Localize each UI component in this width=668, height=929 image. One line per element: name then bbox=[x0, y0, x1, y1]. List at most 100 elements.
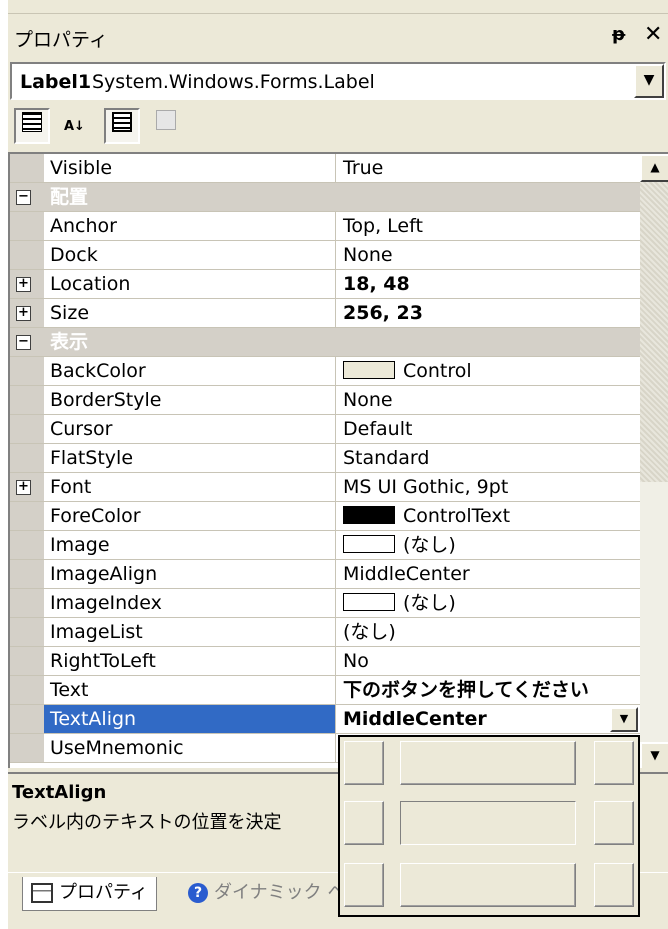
property-row[interactable]: FlatStyle Standard bbox=[10, 444, 640, 473]
pin-icon[interactable]: ᵽ bbox=[612, 24, 625, 45]
collapse-icon[interactable]: − bbox=[16, 190, 31, 205]
property-value[interactable]: 256, 23 bbox=[337, 299, 640, 327]
property-name: ImageList bbox=[44, 618, 336, 646]
property-name: ImageAlign bbox=[44, 560, 336, 588]
align-top-right-button[interactable] bbox=[594, 741, 634, 785]
scroll-down-button[interactable]: ▼ bbox=[640, 742, 668, 768]
expand-icon[interactable]: + bbox=[16, 277, 31, 292]
property-value[interactable]: (なし) bbox=[337, 531, 640, 559]
color-swatch bbox=[343, 593, 395, 611]
property-row[interactable]: RightToLeft No bbox=[10, 647, 640, 676]
object-selector[interactable]: Label1 System.Windows.Forms.Label ▼ bbox=[10, 62, 666, 100]
property-value-text: 256, 23 bbox=[343, 302, 423, 324]
align-bottom-center-button[interactable] bbox=[400, 863, 576, 907]
property-name: RightToLeft bbox=[44, 647, 336, 675]
property-name: Image bbox=[44, 531, 336, 559]
value-dropdown-button[interactable]: ▼ bbox=[610, 707, 638, 732]
property-value[interactable]: (なし) bbox=[337, 589, 640, 617]
property-row[interactable]: + Font MS UI Gothic, 9pt bbox=[10, 473, 640, 502]
property-value-text: True bbox=[343, 157, 384, 179]
property-row[interactable]: BackColor Control bbox=[10, 357, 640, 386]
align-middle-right-button[interactable] bbox=[594, 801, 634, 845]
row-gutter bbox=[10, 531, 44, 559]
close-icon[interactable]: ✕ bbox=[644, 22, 662, 47]
align-middle-left-button[interactable] bbox=[344, 801, 384, 845]
property-value[interactable]: ControlText bbox=[337, 502, 640, 530]
property-row[interactable]: BorderStyle None bbox=[10, 386, 640, 415]
property-pages-icon bbox=[156, 110, 176, 130]
property-value-text: 下のボタンを押してください bbox=[343, 679, 589, 701]
property-value[interactable]: No bbox=[337, 647, 640, 675]
text-align-editor bbox=[338, 735, 640, 917]
property-value-text: Standard bbox=[343, 447, 430, 469]
property-value[interactable]: None bbox=[337, 386, 640, 414]
property-pages-button[interactable] bbox=[148, 108, 184, 144]
property-value[interactable]: Standard bbox=[337, 444, 640, 472]
properties-button[interactable] bbox=[104, 108, 140, 144]
property-name: Anchor bbox=[44, 212, 336, 240]
property-name: Cursor bbox=[44, 415, 336, 443]
property-row[interactable]: Cursor Default bbox=[10, 415, 640, 444]
property-value-text: (なし) bbox=[403, 534, 456, 556]
row-gutter bbox=[10, 357, 44, 385]
property-value[interactable]: Control bbox=[337, 357, 640, 385]
property-row[interactable]: Image (なし) bbox=[10, 531, 640, 560]
object-selector-dropdown-button[interactable]: ▼ bbox=[634, 64, 664, 98]
property-value-text: None bbox=[343, 244, 393, 266]
property-row[interactable]: Text 下のボタンを押してください bbox=[10, 676, 640, 705]
categorized-button[interactable] bbox=[14, 108, 50, 144]
row-gutter bbox=[10, 444, 44, 472]
expand-icon[interactable]: + bbox=[16, 306, 31, 321]
alphabetical-button[interactable]: A↓ bbox=[56, 108, 92, 144]
align-bottom-right-button[interactable] bbox=[594, 863, 634, 907]
help-icon: ? bbox=[188, 883, 208, 903]
property-row[interactable]: Dock None bbox=[10, 241, 640, 270]
expand-icon[interactable]: + bbox=[16, 480, 31, 495]
property-value-text: Default bbox=[343, 418, 413, 440]
property-name: ImageIndex bbox=[44, 589, 336, 617]
scroll-thumb[interactable] bbox=[640, 182, 668, 482]
property-grid: Visible True − 配置 Anchor Top, Left Dock None + Lo… bbox=[8, 152, 668, 768]
align-top-left-button[interactable] bbox=[344, 741, 384, 785]
category-row[interactable]: − 表示 bbox=[10, 328, 640, 357]
property-row[interactable]: ImageIndex (なし) bbox=[10, 589, 640, 618]
category-label: 配置 bbox=[50, 186, 89, 208]
property-value[interactable]: (なし) bbox=[337, 618, 640, 646]
property-row[interactable]: Visible True bbox=[10, 154, 640, 183]
property-value[interactable]: Default bbox=[337, 415, 640, 443]
scroll-up-button[interactable]: ▲ bbox=[640, 154, 668, 182]
property-row[interactable]: ForeColor ControlText bbox=[10, 502, 640, 531]
description-title: TextAlign bbox=[12, 782, 107, 803]
property-value-text: ControlText bbox=[403, 505, 511, 527]
property-value[interactable]: MiddleCenter ▼ bbox=[337, 705, 640, 733]
category-row[interactable]: − 配置 bbox=[10, 183, 640, 212]
property-value[interactable]: 18, 48 bbox=[337, 270, 640, 298]
property-row[interactable]: ImageList (なし) bbox=[10, 618, 640, 647]
property-value[interactable]: MS UI Gothic, 9pt bbox=[337, 473, 640, 501]
property-name: Location bbox=[44, 270, 336, 298]
property-value[interactable]: MiddleCenter bbox=[337, 560, 640, 588]
property-row[interactable]: ImageAlign MiddleCenter bbox=[10, 560, 640, 589]
property-row[interactable]: + Size 256, 23 bbox=[10, 299, 640, 328]
property-name: UseMnemonic bbox=[44, 734, 336, 762]
property-value[interactable]: 下のボタンを押してください bbox=[337, 676, 640, 704]
tab-properties[interactable]: プロパティ bbox=[22, 877, 157, 911]
property-value-text: MiddleCenter bbox=[343, 563, 470, 585]
align-top-center-button[interactable] bbox=[400, 741, 576, 785]
row-gutter bbox=[10, 154, 44, 182]
property-value[interactable]: True bbox=[337, 154, 640, 182]
color-swatch bbox=[343, 506, 395, 524]
property-value-text: 18, 48 bbox=[343, 273, 410, 295]
property-row[interactable]: + Location 18, 48 bbox=[10, 270, 640, 299]
row-gutter bbox=[10, 618, 44, 646]
row-gutter bbox=[10, 734, 44, 762]
collapse-icon[interactable]: − bbox=[16, 335, 31, 350]
vertical-scrollbar[interactable]: ▲ ▼ bbox=[640, 154, 668, 768]
property-row[interactable]: TextAlign MiddleCenter ▼ bbox=[10, 705, 640, 734]
align-bottom-left-button[interactable] bbox=[344, 863, 384, 907]
property-value[interactable]: None bbox=[337, 241, 640, 269]
property-name: BackColor bbox=[44, 357, 336, 385]
property-row[interactable]: Anchor Top, Left bbox=[10, 212, 640, 241]
align-middle-center-button[interactable] bbox=[400, 801, 576, 845]
property-value[interactable]: Top, Left bbox=[337, 212, 640, 240]
